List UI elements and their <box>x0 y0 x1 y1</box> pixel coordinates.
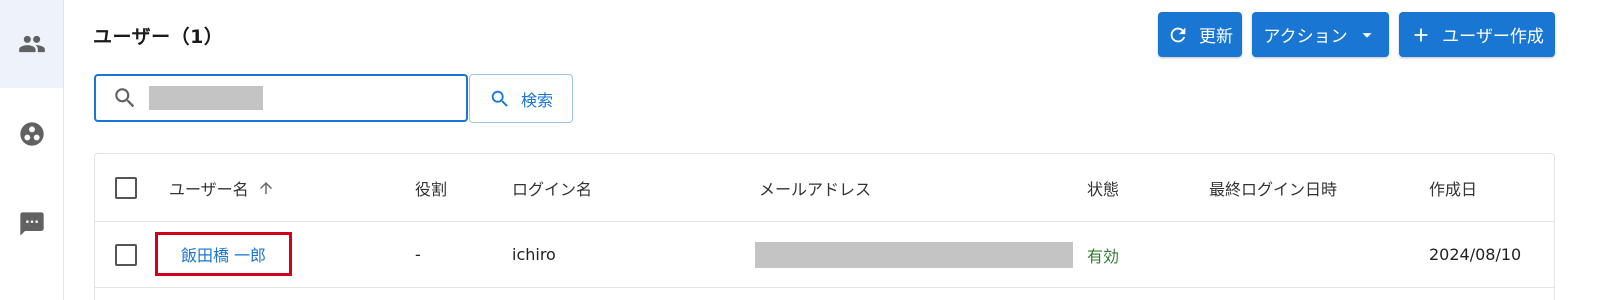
rail-item-roles[interactable] <box>0 112 63 156</box>
table-header-row: ユーザー名 役割 ログイン名 メールアドレス 状態 最終ログイン日時 作成日 <box>95 154 1554 222</box>
rail-item-users[interactable] <box>0 0 63 88</box>
search-field[interactable] <box>94 74 468 122</box>
users-icon <box>18 35 45 53</box>
row-role: - <box>415 245 421 264</box>
row-login-name: ichiro <box>512 245 556 264</box>
caret-down-icon <box>1361 32 1372 38</box>
row-checkbox-cell <box>115 222 137 287</box>
row-created: 2024/08/10 <box>1429 245 1522 264</box>
page-title: ユーザー（1） <box>93 26 224 48</box>
status-badge: 有効 <box>1087 246 1120 266</box>
search-icon <box>115 88 135 108</box>
table-row[interactable]: 飯田橋 一郎 - ichiro 有効 2024/08/10 <box>95 222 1554 288</box>
header-last-login[interactable]: 最終ログイン日時 <box>1209 154 1337 221</box>
refresh-button-label: 更新 <box>1199 27 1233 47</box>
roles-icon <box>19 122 44 146</box>
plus-icon <box>1414 28 1428 41</box>
header-login-name[interactable]: ログイン名 <box>512 154 592 221</box>
create-user-button[interactable]: ユーザー作成 <box>1399 12 1555 57</box>
action-button-label: アクション <box>1263 27 1348 47</box>
action-dropdown-button[interactable]: アクション <box>1252 12 1389 57</box>
header-email[interactable]: メールアドレス <box>759 154 871 221</box>
redacted-search-text <box>149 86 263 110</box>
row-select-checkbox[interactable] <box>115 243 137 266</box>
row-email <box>755 222 1073 287</box>
rail-item-messages[interactable] <box>0 202 63 246</box>
refresh-button[interactable]: 更新 <box>1158 12 1242 57</box>
side-rail <box>0 0 64 300</box>
messages-icon <box>19 212 44 236</box>
header-created[interactable]: 作成日 <box>1429 154 1477 221</box>
header-username[interactable]: ユーザー名 <box>169 154 275 221</box>
users-table: ユーザー名 役割 ログイン名 メールアドレス 状態 最終ログイン日時 作成日 飯… <box>94 153 1555 300</box>
header-checkbox-cell <box>115 154 137 221</box>
main-content: ユーザー（1） 更新 アクション ユーザー作成 検索 ユーザー名 役割 ログイン… <box>64 0 1597 300</box>
header-username-label: ユーザー名 <box>169 179 249 199</box>
search-button-label: 検索 <box>520 90 553 110</box>
refresh-icon <box>1170 27 1186 42</box>
username-link[interactable]: 飯田橋 一郎 <box>181 242 266 266</box>
search-icon <box>491 90 508 107</box>
select-all-checkbox[interactable] <box>115 176 137 199</box>
username-highlight: 飯田橋 一郎 <box>155 232 292 276</box>
app-root: ユーザー（1） 更新 アクション ユーザー作成 検索 ユーザー名 役割 ログイン… <box>0 0 1597 300</box>
header-status[interactable]: 状態 <box>1087 154 1119 221</box>
header-role[interactable]: 役割 <box>415 154 447 221</box>
redacted-email <box>755 241 1073 268</box>
sort-ascending-icon[interactable] <box>257 179 275 197</box>
create-user-button-label: ユーザー作成 <box>1442 27 1544 47</box>
search-button[interactable]: 検索 <box>469 74 573 123</box>
